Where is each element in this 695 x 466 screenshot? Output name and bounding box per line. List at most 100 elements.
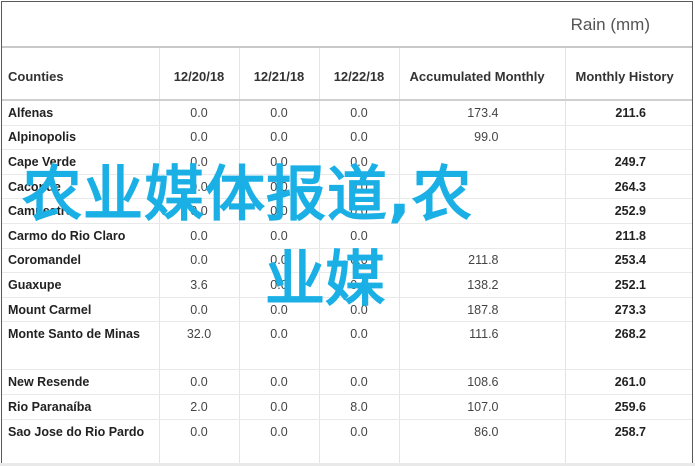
cell-county: Monte Santo de Minas bbox=[2, 321, 160, 371]
cell-county: Guaxupe bbox=[2, 272, 160, 298]
cell-date-2: 0.0 bbox=[239, 149, 320, 175]
table-row: Coromandel 0.0 0.0 0.0 211.8 253.4 bbox=[2, 248, 692, 274]
cell-date-1: 0.0 bbox=[159, 125, 240, 151]
table-row: Cape Verde 0.0 0.0 0.0 249.7 bbox=[2, 149, 692, 175]
table-row: Monte Santo de Minas 32.0 0.0 0.0 111.6 268.2 bbox=[2, 321, 692, 371]
cell-date-3: 0.0 bbox=[319, 297, 400, 323]
cell-history: 273.3 bbox=[565, 297, 692, 323]
cell-accumulated bbox=[399, 198, 566, 224]
cell-accumulated: 99.0 bbox=[399, 125, 566, 151]
cell-accumulated: 111.6 bbox=[399, 321, 566, 371]
cell-county: Rio Paranaíba bbox=[2, 394, 160, 420]
cell-date-1: 2.0 bbox=[159, 394, 240, 420]
cell-history: 253.4 bbox=[565, 248, 692, 274]
column-header-date-2[interactable]: 12/21/18 bbox=[239, 48, 320, 101]
cell-date-3: 0.0 bbox=[319, 321, 400, 371]
column-header-accumulated[interactable]: Accumulated Monthly bbox=[399, 48, 566, 101]
cell-date-2: 0.0 bbox=[239, 248, 320, 274]
cell-county: New Resende bbox=[2, 369, 160, 395]
cell-date-1: 0.0 bbox=[159, 369, 240, 395]
cell-county: Caconde bbox=[2, 174, 160, 200]
cell-date-2: 0.0 bbox=[239, 369, 320, 395]
cell-county: Alfenas bbox=[2, 100, 160, 126]
cell-date-2: 0.0 bbox=[239, 223, 320, 249]
cell-date-3: 0.0 bbox=[319, 125, 400, 151]
cell-date-2: 0.0 bbox=[239, 272, 320, 298]
cell-date-3: 0.0 bbox=[319, 248, 400, 274]
cell-date-1: 0.0 bbox=[159, 149, 240, 175]
cell-date-1: 0.0 bbox=[159, 419, 240, 464]
cell-accumulated bbox=[399, 149, 566, 175]
cell-date-2: 0.0 bbox=[239, 297, 320, 323]
cell-history: 268.2 bbox=[565, 321, 692, 371]
table-body: Alfenas 0.0 0.0 0.0 173.4 211.6 Alpinopolis 0.0… bbox=[2, 100, 692, 464]
cell-date-1: 0.0 bbox=[159, 297, 240, 323]
cell-date-1: 32.0 bbox=[159, 321, 240, 371]
rain-table: Counties 12/20/18 12/21/18 12/22/18 Accu… bbox=[2, 48, 692, 464]
cell-date-1: 0.0 bbox=[159, 174, 240, 200]
table-row: Caconde 0.0 0.0 0.0 264.3 bbox=[2, 174, 692, 200]
column-header-counties[interactable]: Counties bbox=[2, 48, 160, 101]
cell-date-1: 0.0 bbox=[159, 198, 240, 224]
cell-county: Cape Verde bbox=[2, 149, 160, 175]
table-row: Sao Jose do Rio Pardo 0.0 0.0 0.0 86.0 258.7 bbox=[2, 419, 692, 464]
cell-accumulated bbox=[399, 174, 566, 200]
table-row: Rio Paranaíba 2.0 0.0 8.0 107.0 259.6 bbox=[2, 394, 692, 420]
cell-date-2: 0.0 bbox=[239, 125, 320, 151]
rain-table-panel: Rain (mm) Counties 12/20/18 12/21/18 12/… bbox=[1, 1, 693, 464]
cell-history: 211.8 bbox=[565, 223, 692, 249]
cell-date-3: 0.0 bbox=[319, 149, 400, 175]
table-title-bar: Rain (mm) bbox=[2, 2, 692, 48]
cell-history: 258.7 bbox=[565, 419, 692, 464]
cell-accumulated: 107.0 bbox=[399, 394, 566, 420]
cell-history: 211.6 bbox=[565, 100, 692, 126]
cell-accumulated: 108.6 bbox=[399, 369, 566, 395]
cell-county: Carmo do Rio Claro bbox=[2, 223, 160, 249]
cell-date-1: 0.0 bbox=[159, 100, 240, 126]
cell-accumulated: 211.8 bbox=[399, 248, 566, 274]
table-header-row: Counties 12/20/18 12/21/18 12/22/18 Accu… bbox=[2, 48, 692, 101]
cell-history: 249.7 bbox=[565, 149, 692, 175]
cell-history: 252.9 bbox=[565, 198, 692, 224]
cell-history: 252.1 bbox=[565, 272, 692, 298]
cell-date-2: 0.0 bbox=[239, 394, 320, 420]
cell-date-2: 0.0 bbox=[239, 198, 320, 224]
table-row: Alfenas 0.0 0.0 0.0 173.4 211.6 bbox=[2, 100, 692, 126]
cell-date-2: 0.0 bbox=[239, 419, 320, 464]
cell-date-3: 0.0 bbox=[319, 369, 400, 395]
column-header-date-1[interactable]: 12/20/18 bbox=[159, 48, 240, 101]
cell-date-3: 0.0 bbox=[319, 100, 400, 126]
cell-history: 261.0 bbox=[565, 369, 692, 395]
cell-county: Campestre bbox=[2, 198, 160, 224]
cell-date-2: 0.0 bbox=[239, 174, 320, 200]
column-header-date-3[interactable]: 12/22/18 bbox=[319, 48, 400, 101]
cell-county: Coromandel bbox=[2, 248, 160, 274]
table-title: Rain (mm) bbox=[570, 15, 650, 34]
cell-county: Alpinopolis bbox=[2, 125, 160, 151]
cell-accumulated: 86.0 bbox=[399, 419, 566, 464]
table-row: Guaxupe 3.6 0.0 0.0 138.2 252.1 bbox=[2, 272, 692, 298]
table-row: Carmo do Rio Claro 0.0 0.0 0.0 211.8 bbox=[2, 223, 692, 249]
cell-accumulated bbox=[399, 223, 566, 249]
table-row: Mount Carmel 0.0 0.0 0.0 187.8 273.3 bbox=[2, 297, 692, 323]
column-header-history[interactable]: Monthly History bbox=[565, 48, 692, 101]
cell-accumulated: 173.4 bbox=[399, 100, 566, 126]
table-row: New Resende 0.0 0.0 0.0 108.6 261.0 bbox=[2, 369, 692, 395]
cell-date-3: 0.0 bbox=[319, 174, 400, 200]
cell-history bbox=[565, 125, 692, 151]
cell-history: 259.6 bbox=[565, 394, 692, 420]
cell-accumulated: 187.8 bbox=[399, 297, 566, 323]
table-row: Alpinopolis 0.0 0.0 0.0 99.0 bbox=[2, 125, 692, 151]
cell-date-1: 0.0 bbox=[159, 248, 240, 274]
cell-date-1: 3.6 bbox=[159, 272, 240, 298]
cell-date-2: 0.0 bbox=[239, 100, 320, 126]
cell-accumulated: 138.2 bbox=[399, 272, 566, 298]
cell-date-3: 0.0 bbox=[319, 272, 400, 298]
cell-county: Sao Jose do Rio Pardo bbox=[2, 419, 160, 464]
cell-date-3: 0.0 bbox=[319, 223, 400, 249]
cell-history: 264.3 bbox=[565, 174, 692, 200]
cell-date-1: 0.0 bbox=[159, 223, 240, 249]
table-row: Campestre 0.0 0.0 0.0 252.9 bbox=[2, 198, 692, 224]
cell-county: Mount Carmel bbox=[2, 297, 160, 323]
cell-date-3: 0.0 bbox=[319, 419, 400, 464]
